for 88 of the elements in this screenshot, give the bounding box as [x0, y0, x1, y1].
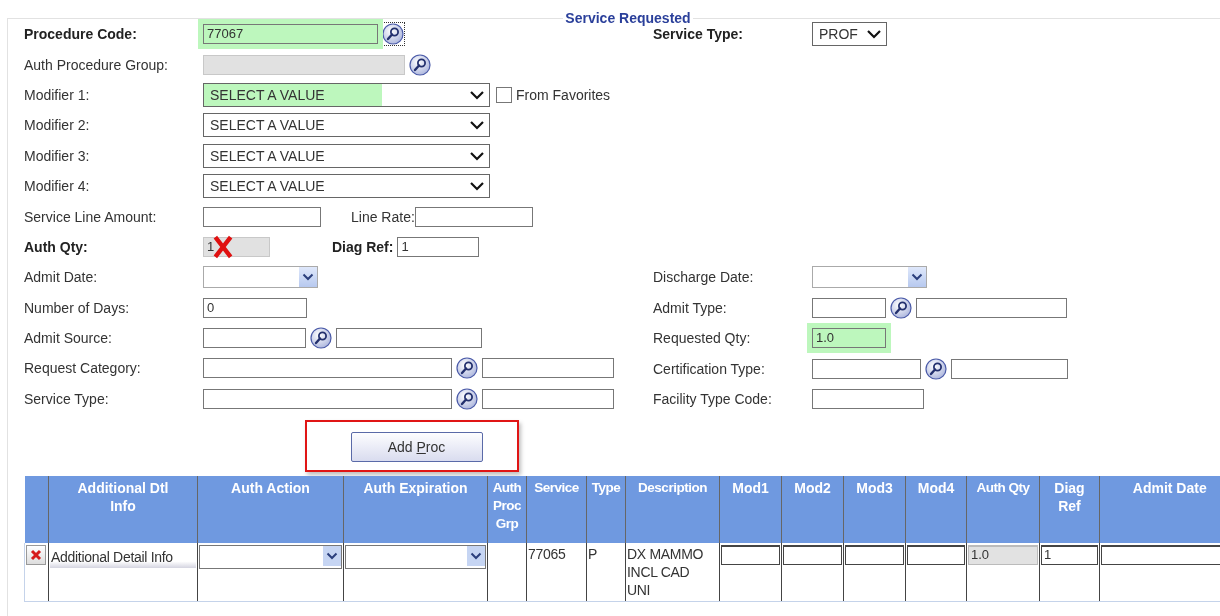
input-field[interactable] — [203, 328, 306, 349]
field-label: Line Rate: — [351, 208, 415, 225]
checkbox[interactable] — [496, 86, 512, 103]
table-cell-text: 77065 — [528, 545, 567, 564]
chevron-icon — [469, 120, 485, 131]
chevron-icon — [908, 267, 926, 288]
input-field[interactable] — [203, 358, 452, 379]
input-field[interactable]: 1 — [1041, 545, 1098, 566]
field-label: Facility Type Code: — [653, 390, 773, 407]
field-label: Service Line Amount: — [24, 208, 158, 225]
field-label: Procedure Code: — [24, 26, 138, 43]
input-field[interactable] — [721, 545, 780, 566]
column-header: Additional Dtl Info — [77, 480, 169, 515]
field-label: Requested Qty: — [653, 330, 752, 347]
chevron-icon — [469, 181, 485, 192]
field-label: Certification Type: — [653, 360, 766, 377]
field-label: Modifier 4: — [24, 178, 91, 195]
chevron-icon — [299, 267, 317, 288]
add-proc-button[interactable]: Add Proc — [350, 432, 483, 463]
chevron-icon — [467, 546, 485, 567]
search-icon[interactable] — [925, 357, 947, 380]
delete-button[interactable] — [26, 545, 46, 566]
input-field[interactable] — [845, 545, 904, 566]
input-field[interactable] — [812, 297, 886, 318]
column-header: Service — [534, 480, 579, 496]
dropdown[interactable]: SELECT A VALUE — [203, 174, 490, 199]
input-field[interactable] — [812, 388, 924, 409]
column-header: Auth Qty — [976, 480, 1030, 496]
input-field[interactable] — [1101, 545, 1220, 566]
dropdown[interactable] — [345, 545, 486, 570]
input-field[interactable] — [203, 206, 321, 227]
dropdown[interactable]: PROF — [812, 22, 887, 47]
column-header: Auth Proc Grp — [492, 480, 522, 532]
field-label: Admit Date: — [24, 269, 99, 286]
column-header: Mod2 — [794, 480, 831, 497]
field-label: Modifier 1: — [24, 86, 91, 103]
search-icon[interactable] — [310, 327, 332, 350]
field-label: Auth Qty: — [24, 238, 89, 255]
field-label: Discharge Date: — [653, 269, 755, 286]
description-field[interactable] — [482, 358, 614, 379]
input-field[interactable] — [812, 358, 921, 379]
section-title: Service Requested — [563, 10, 693, 26]
field-label: Service Type: — [24, 390, 110, 407]
column-header: Mod3 — [856, 480, 893, 497]
checkbox-label: From Favorites — [516, 86, 611, 103]
column-header: Mod4 — [917, 480, 955, 497]
dropdown[interactable]: SELECT A VALUE — [203, 82, 490, 107]
chevron-icon — [469, 150, 485, 161]
column-header: Type — [591, 480, 621, 496]
field-label: Admit Source: — [24, 330, 113, 347]
field-label: Modifier 2: — [24, 117, 91, 134]
description-field[interactable] — [951, 358, 1068, 379]
field-label: Diag Ref: — [332, 238, 394, 255]
input-field[interactable] — [907, 545, 965, 566]
table-cell-text: DX MAMMO INCL CAD UNI — [627, 545, 705, 600]
search-icon[interactable] — [382, 23, 404, 46]
dropdown[interactable]: SELECT A VALUE — [203, 113, 490, 138]
field-label: Modifier 3: — [24, 147, 91, 164]
chevron-icon — [866, 29, 882, 40]
description-field[interactable] — [916, 297, 1067, 318]
field-label: Service Type: — [653, 26, 744, 43]
search-icon[interactable] — [890, 296, 912, 319]
date-dropdown[interactable] — [812, 266, 927, 289]
search-icon[interactable] — [456, 357, 478, 380]
description-field[interactable] — [482, 388, 614, 409]
field-label: Auth Procedure Group: — [24, 56, 169, 73]
column-header: Admit Date — [1132, 480, 1207, 497]
description-field[interactable] — [336, 328, 482, 349]
field-label: Admit Type: — [653, 299, 728, 316]
chevron-icon — [469, 89, 485, 100]
column-header: Mod1 — [732, 480, 769, 497]
date-dropdown[interactable] — [203, 266, 318, 289]
field-label: Request Category: — [24, 360, 142, 377]
dropdown[interactable]: SELECT A VALUE — [203, 143, 490, 168]
input-field[interactable] — [783, 545, 842, 566]
column-header: Auth Action — [231, 480, 310, 497]
input-field[interactable]: 0 — [203, 297, 307, 318]
input-field[interactable] — [203, 388, 452, 409]
column-header: Auth Expiration — [363, 480, 468, 497]
column-header: Description — [638, 480, 707, 496]
cross-icon — [29, 548, 43, 563]
column-header: Diag Ref — [1054, 480, 1085, 515]
chevron-icon — [323, 546, 341, 567]
search-icon[interactable] — [456, 387, 478, 410]
table-cell-text: P — [588, 545, 599, 564]
input-field[interactable] — [414, 206, 533, 227]
dropdown[interactable] — [199, 545, 342, 570]
field-label: Number of Days: — [24, 299, 131, 316]
